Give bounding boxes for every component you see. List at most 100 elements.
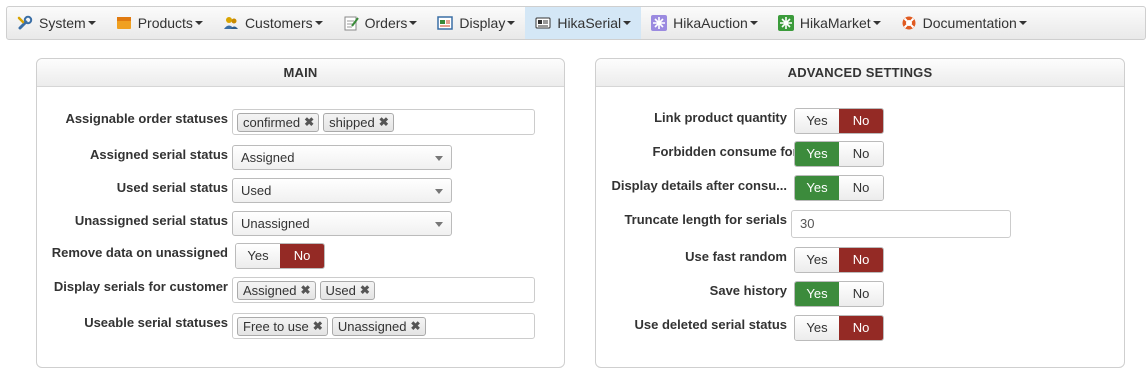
top-menu-bar: System Products Customers Orders Display…	[6, 6, 1146, 40]
unassigned-serial-status-row: Unassigned serial status Unassigned	[37, 211, 564, 239]
save-history-label: Save history	[709, 283, 787, 298]
yes-button[interactable]: Yes	[795, 142, 839, 166]
menu-customers[interactable]: Customers	[213, 7, 333, 39]
select-value: Assigned	[241, 150, 295, 165]
link-product-quantity-row: Link product quantity Yes No	[596, 108, 1124, 136]
menu-display[interactable]: Display	[427, 7, 525, 39]
menu-hikaserial-label: HikaSerial	[557, 15, 622, 31]
chevron-down-icon	[1018, 21, 1027, 25]
forbidden-consume-toggle: Yes No	[794, 141, 884, 167]
chevron-down-icon	[194, 21, 203, 25]
dropdown-arrow-icon	[435, 222, 443, 227]
useable-serial-statuses-label: Useable serial statuses	[84, 315, 228, 330]
no-button[interactable]: No	[839, 176, 883, 200]
assignable-order-statuses-label: Assignable order statuses	[65, 111, 228, 126]
chevron-down-icon	[314, 21, 323, 25]
no-button[interactable]: No	[839, 109, 883, 133]
status-tag: Free to use ✖	[237, 316, 328, 336]
remove-tag-icon[interactable]: ✖	[304, 115, 314, 129]
lifebuoy-icon	[901, 15, 917, 31]
menu-orders-label: Orders	[364, 15, 408, 31]
no-button[interactable]: No	[839, 282, 883, 306]
chevron-down-icon	[507, 21, 516, 25]
unassigned-serial-status-select[interactable]: Unassigned	[232, 211, 452, 236]
tag-label: shipped	[329, 114, 375, 130]
advanced-settings-title: ADVANCED SETTINGS	[596, 59, 1124, 87]
display-serials-for-customer-field[interactable]: Assigned ✖ Used ✖	[232, 277, 535, 303]
no-button[interactable]: No	[839, 316, 883, 340]
tag-label: Assigned	[243, 282, 297, 298]
menu-hikamarket[interactable]: HikaMarket	[768, 7, 891, 39]
main-panel-title: MAIN	[37, 59, 564, 87]
users-icon	[223, 15, 239, 31]
yes-button[interactable]: Yes	[795, 109, 839, 133]
menu-display-label: Display	[459, 15, 506, 31]
save-history-row: Save history Yes No	[596, 281, 1124, 309]
no-button[interactable]: No	[839, 142, 883, 166]
save-history-toggle: Yes No	[794, 281, 884, 307]
remove-tag-icon[interactable]: ✖	[360, 283, 370, 297]
auction-icon	[651, 15, 668, 31]
menu-products-label: Products	[137, 15, 193, 31]
assignable-order-statuses-field[interactable]: confirmed ✖ shipped ✖	[232, 109, 535, 135]
menu-hikaserial[interactable]: HikaSerial	[525, 7, 642, 39]
remove-tag-icon[interactable]: ✖	[300, 283, 310, 297]
remove-data-on-unassigned-label: Remove data on unassigned	[51, 245, 228, 260]
status-tag: Unassigned ✖	[331, 316, 426, 336]
yes-button[interactable]: Yes	[795, 282, 839, 306]
monitor-icon	[437, 15, 454, 31]
assigned-serial-status-row: Assigned serial status Assigned	[37, 145, 564, 173]
tag-label: confirmed	[243, 114, 301, 130]
menu-system-label: System	[39, 15, 86, 31]
no-button[interactable]: No	[280, 244, 324, 268]
remove-data-on-unassigned-toggle: Yes No	[235, 243, 325, 269]
truncate-length-row: Truncate length for serials 30	[596, 210, 1124, 238]
assignable-order-statuses-row: Assignable order statuses confirmed ✖ shi…	[37, 109, 564, 137]
dropdown-arrow-icon	[435, 156, 443, 161]
select-value: Unassigned	[241, 216, 310, 231]
assigned-serial-status-select[interactable]: Assigned	[232, 145, 452, 170]
used-serial-status-select[interactable]: Used	[232, 178, 452, 203]
serial-icon	[535, 15, 551, 31]
tag-label: Used	[325, 282, 356, 298]
display-serials-for-customer-label: Display serials for customer	[53, 279, 228, 294]
menu-documentation[interactable]: Documentation	[891, 7, 1037, 39]
useable-serial-statuses-row: Useable serial statuses Free to use ✖ Una…	[37, 313, 564, 341]
menu-products[interactable]: Products	[106, 7, 213, 39]
display-serials-for-customer-row: Display serials for customer Assigned ✖ U…	[37, 277, 564, 305]
use-fast-random-label: Use fast random	[685, 249, 787, 264]
wrench-icon	[17, 15, 33, 31]
yes-button[interactable]: Yes	[795, 248, 839, 272]
use-fast-random-toggle: Yes No	[794, 247, 884, 273]
tag-label: Unassigned	[337, 318, 407, 334]
useable-serial-statuses-field[interactable]: Free to use ✖ Unassigned ✖	[232, 313, 535, 339]
yes-button[interactable]: Yes	[236, 244, 280, 268]
used-serial-status-label: Used serial status	[116, 180, 228, 195]
link-product-quantity-toggle: Yes No	[794, 108, 884, 134]
remove-tag-icon[interactable]: ✖	[379, 115, 389, 129]
remove-tag-icon[interactable]: ✖	[410, 319, 420, 333]
truncate-length-input[interactable]: 30	[791, 210, 1011, 238]
unassigned-serial-status-label: Unassigned serial status	[74, 213, 228, 228]
yes-button[interactable]: Yes	[795, 316, 839, 340]
chevron-down-icon	[409, 21, 418, 25]
menu-hikaauction-label: HikaAuction	[673, 15, 748, 31]
chevron-down-icon	[623, 21, 632, 25]
status-tag: Assigned ✖	[237, 280, 316, 300]
status-tag: confirmed ✖	[237, 112, 320, 132]
menu-orders[interactable]: Orders	[333, 7, 428, 39]
yes-button[interactable]: Yes	[795, 176, 839, 200]
assigned-serial-status-label: Assigned serial status	[90, 147, 228, 162]
remove-tag-icon[interactable]: ✖	[313, 319, 323, 333]
box-icon	[116, 15, 132, 31]
no-button[interactable]: No	[839, 248, 883, 272]
status-tag: shipped ✖	[323, 112, 394, 132]
clipboard-icon	[343, 15, 359, 31]
truncate-length-label: Truncate length for serials	[624, 212, 787, 227]
menu-customers-label: Customers	[244, 15, 313, 31]
menu-hikaauction[interactable]: HikaAuction	[641, 7, 768, 39]
menu-system[interactable]: System	[7, 7, 106, 39]
status-tag: Used ✖	[319, 280, 375, 300]
used-serial-status-row: Used serial status Used	[37, 178, 564, 206]
chevron-down-icon	[87, 21, 96, 25]
